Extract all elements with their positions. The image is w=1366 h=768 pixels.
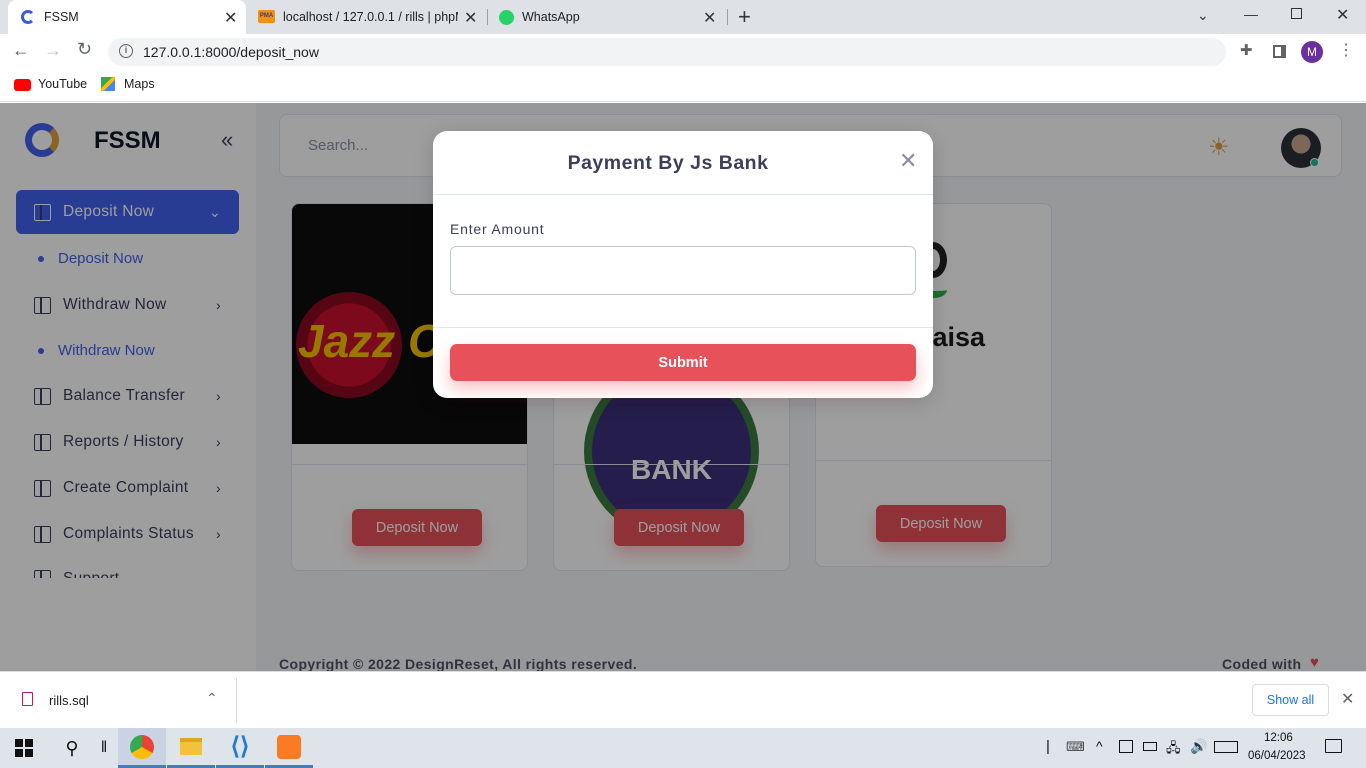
payment-modal: Payment By Js Bank ✕ Enter Amount Submit [433,131,933,398]
url-text[interactable]: 127.0.0.1:8000/deposit_now [143,44,319,60]
windows-start-icon[interactable] [0,728,48,768]
modal-title: Payment By Js Bank [567,152,769,174]
amount-input[interactable] [450,246,916,295]
maximize-icon[interactable] [1291,8,1302,19]
whatsapp-icon [499,10,514,25]
reload-icon[interactable]: ↻ [77,39,92,60]
bookmark-youtube[interactable]: YouTube [38,77,87,91]
tab-phpmyadmin[interactable]: PMA localhost / 127.0.0.1 / rills | phpM… [250,0,486,34]
close-icon[interactable]: ✕ [899,148,917,174]
amount-label: Enter Amount [450,221,545,237]
keyboard-icon[interactable]: ⌨ [1066,739,1085,755]
windows-taskbar: ⚲ ‖ ⟨⟩ | ⌨ ^ 🖧 🔊 12:06 06/04/2023 [0,728,1366,768]
back-icon[interactable]: ← [12,40,30,61]
divider-icon: | [1046,738,1050,755]
new-tab-button[interactable]: + [738,4,751,30]
submit-button[interactable]: Submit [450,344,916,381]
bookmarks-bar: YouTube Maps [0,70,1366,102]
xampp-icon[interactable] [265,728,313,768]
file-explorer-icon[interactable] [167,728,215,768]
tab-title: localhost / 127.0.0.1 / rills | phpM [283,10,458,24]
close-icon[interactable]: ✕ [703,8,716,28]
clock-date[interactable]: 06/04/2023 [1248,750,1306,762]
menu-icon[interactable]: ⋮ [1338,40,1354,60]
volume-icon[interactable]: 🔊 [1190,738,1207,755]
clock-time[interactable]: 12:06 [1264,732,1293,744]
side-panel-icon[interactable] [1273,45,1286,58]
tab-title: WhatsApp [522,10,580,24]
security-icon[interactable] [1119,740,1133,753]
tab-fssm[interactable]: FSSM ✕ [8,0,246,34]
close-icon[interactable]: ✕ [224,8,237,28]
browser-tab-strip: FSSM ✕ PMA localhost / 127.0.0.1 / rills… [0,0,1366,34]
youtube-icon [14,79,31,91]
maps-icon [101,77,115,91]
extensions-icon[interactable]: ✚ [1240,41,1253,59]
ime-keyboard-icon[interactable] [1214,741,1238,753]
close-icon[interactable]: ✕ [464,8,477,28]
network-icon[interactable]: 🖧 [1166,739,1181,761]
notifications-icon[interactable] [1325,739,1342,753]
download-filename[interactable]: rills.sql [49,693,89,708]
profile-avatar[interactable]: M [1301,41,1323,63]
download-bar: rills.sql ⌃ Show all ✕ [0,671,1366,728]
tab-whatsapp[interactable]: WhatsApp ✕ [490,0,726,34]
minimize-icon[interactable]: — [1244,6,1258,22]
window-close-icon[interactable]: ✕ [1336,5,1349,25]
web-page: FSSM « Deposit Now ⌄ Deposit Now Withdra… [0,103,1366,671]
omnibox[interactable]: i 127.0.0.1:8000/deposit_now [108,38,1226,66]
file-icon [22,692,33,706]
chrome-taskbar-icon[interactable] [118,728,166,768]
bookmark-maps[interactable]: Maps [124,77,155,91]
info-icon[interactable]: i [119,44,133,58]
chevron-up-icon[interactable]: ⌃ [206,690,218,707]
show-all-button[interactable]: Show all [1252,684,1329,716]
battery-icon[interactable] [1143,742,1157,751]
forward-icon[interactable]: → [44,40,62,61]
tab-search-icon[interactable]: ⌄ [1197,7,1209,24]
tab-title: FSSM [44,10,79,24]
chevron-up-icon[interactable]: ^ [1096,738,1103,754]
vscode-icon[interactable]: ⟨⟩ [216,728,264,768]
chrome-app-icon [21,10,35,24]
phpmyadmin-icon: PMA [258,10,275,23]
close-icon[interactable]: ✕ [1341,689,1354,709]
